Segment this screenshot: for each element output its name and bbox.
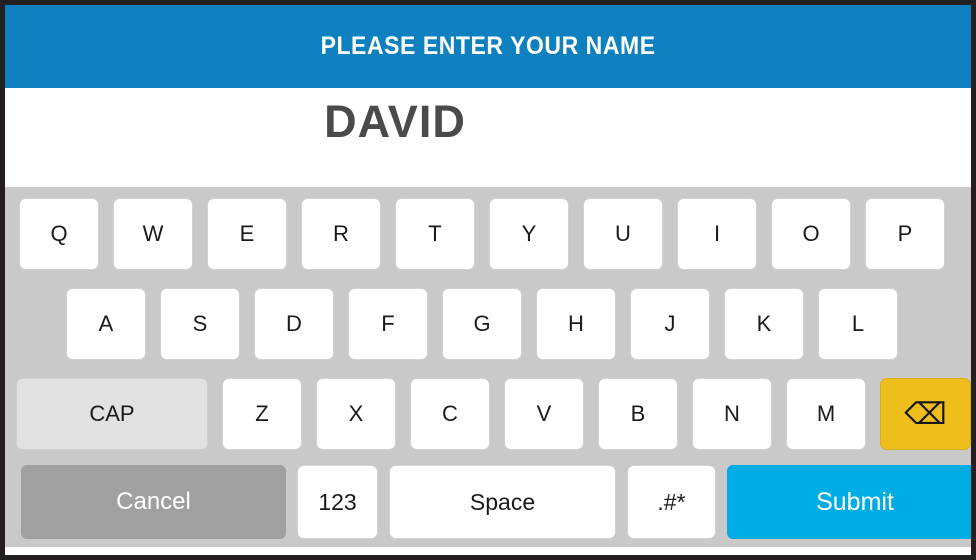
cancel-button[interactable]: Cancel xyxy=(21,465,286,539)
key-c[interactable]: C xyxy=(410,378,490,450)
key-k[interactable]: K xyxy=(724,288,804,360)
backspace-icon[interactable]: ⌫ xyxy=(880,378,971,450)
key-j[interactable]: J xyxy=(630,288,710,360)
key-i[interactable]: I xyxy=(677,198,757,270)
key-h[interactable]: H xyxy=(536,288,616,360)
key-r[interactable]: R xyxy=(301,198,381,270)
key-u[interactable]: U xyxy=(583,198,663,270)
bottom-strip xyxy=(5,547,971,555)
numbers-button[interactable]: 123 xyxy=(297,465,378,539)
key-x[interactable]: X xyxy=(316,378,396,450)
kiosk-name-entry-screen: PLEASE ENTER YOUR NAME DAVID Q W E R T Y… xyxy=(0,0,976,560)
key-e[interactable]: E xyxy=(207,198,287,270)
key-y[interactable]: Y xyxy=(489,198,569,270)
on-screen-keyboard: Q W E R T Y U I O P A S D F G H J K L CA… xyxy=(5,187,971,547)
key-w[interactable]: W xyxy=(113,198,193,270)
keyboard-row-2: A S D F G H J K L xyxy=(66,286,898,362)
keyboard-row-1: Q W E R T Y U I O P xyxy=(19,196,945,272)
keyboard-row-3: CAP Z X C V B N M ⌫ xyxy=(16,376,971,452)
page-title: PLEASE ENTER YOUR NAME xyxy=(320,32,656,60)
space-button[interactable]: Space xyxy=(389,465,616,539)
key-p[interactable]: P xyxy=(865,198,945,270)
key-b[interactable]: B xyxy=(598,378,678,450)
symbols-button[interactable]: .#* xyxy=(627,465,716,539)
key-d[interactable]: D xyxy=(254,288,334,360)
key-a[interactable]: A xyxy=(66,288,146,360)
key-o[interactable]: O xyxy=(771,198,851,270)
entered-name-text: DAVID xyxy=(324,96,466,147)
name-entry-display[interactable]: DAVID xyxy=(5,88,971,187)
key-m[interactable]: M xyxy=(786,378,866,450)
key-f[interactable]: F xyxy=(348,288,428,360)
key-z[interactable]: Z xyxy=(222,378,302,450)
key-s[interactable]: S xyxy=(160,288,240,360)
key-v[interactable]: V xyxy=(504,378,584,450)
key-g[interactable]: G xyxy=(442,288,522,360)
keyboard-row-4: Cancel 123 Space .#* Submit xyxy=(21,464,971,540)
key-n[interactable]: N xyxy=(692,378,772,450)
submit-button[interactable]: Submit xyxy=(727,465,971,539)
key-l[interactable]: L xyxy=(818,288,898,360)
key-cap[interactable]: CAP xyxy=(16,378,208,450)
key-q[interactable]: Q xyxy=(19,198,99,270)
header-bar: PLEASE ENTER YOUR NAME xyxy=(5,5,971,88)
key-t[interactable]: T xyxy=(395,198,475,270)
